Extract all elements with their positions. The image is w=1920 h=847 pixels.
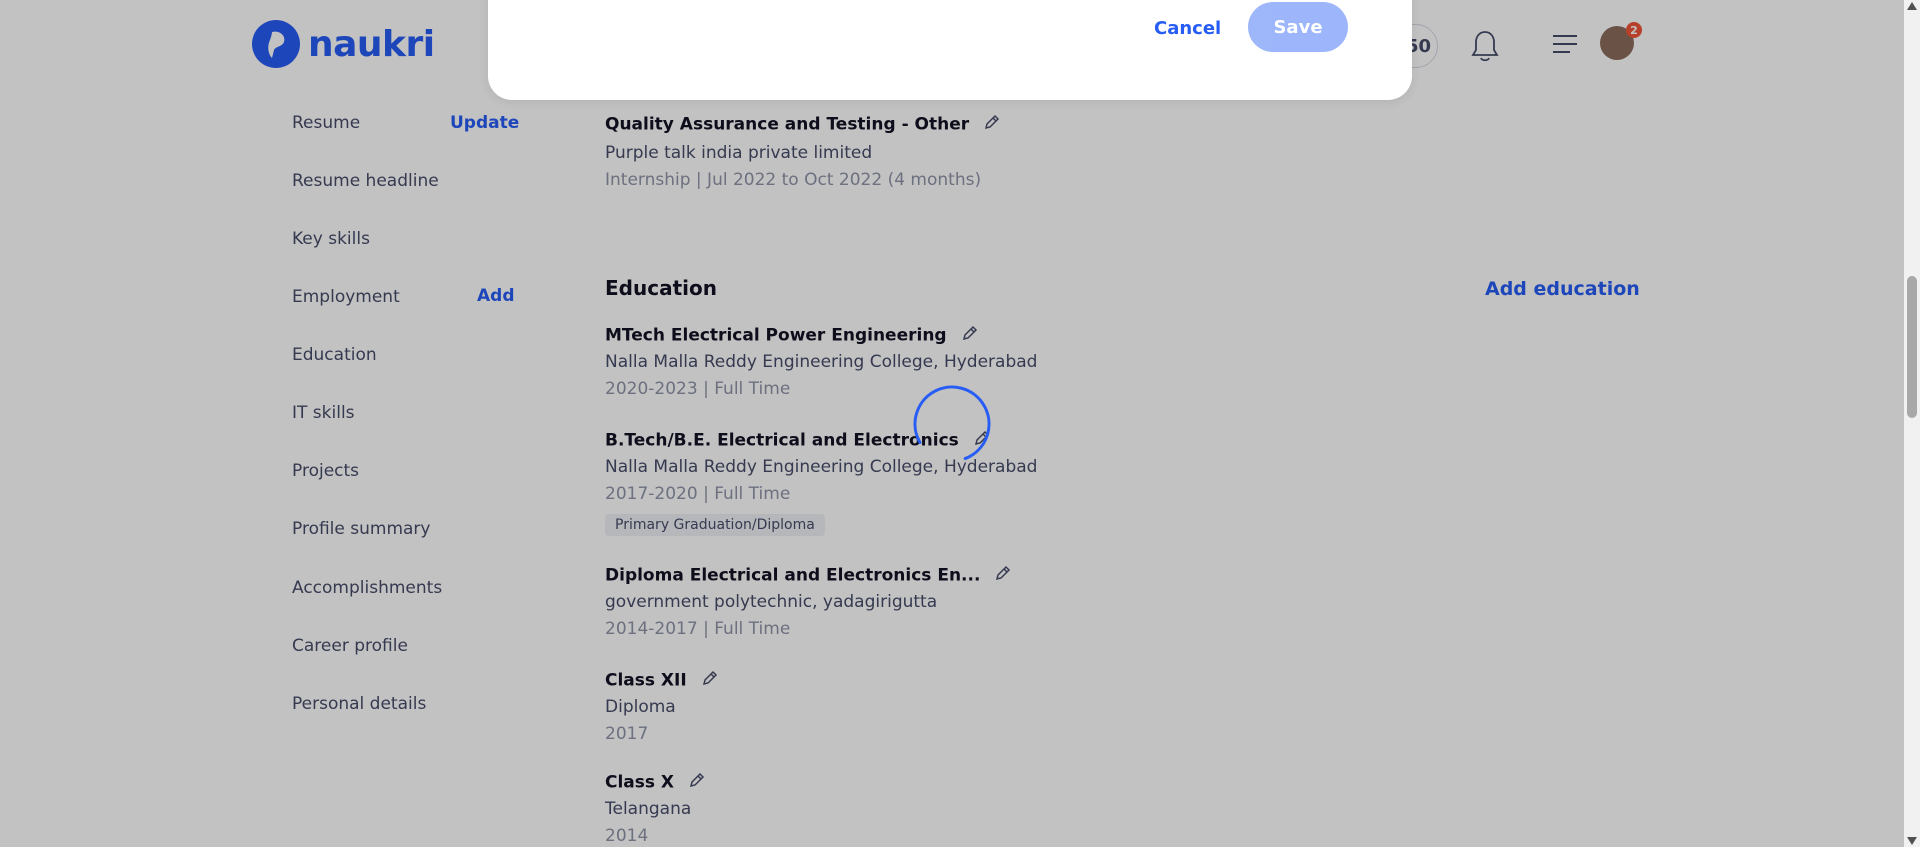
save-button[interactable]: Save (1248, 2, 1348, 52)
page-scrollbar[interactable] (1904, 0, 1920, 847)
scrollbar-thumb[interactable] (1907, 276, 1917, 418)
scroll-up-arrow-icon[interactable] (1907, 2, 1917, 10)
scroll-down-arrow-icon[interactable] (1907, 837, 1917, 845)
cancel-button[interactable]: Cancel (1144, 12, 1231, 45)
edit-modal: Cancel Save (488, 0, 1412, 100)
loading-spinner-icon (912, 384, 992, 464)
